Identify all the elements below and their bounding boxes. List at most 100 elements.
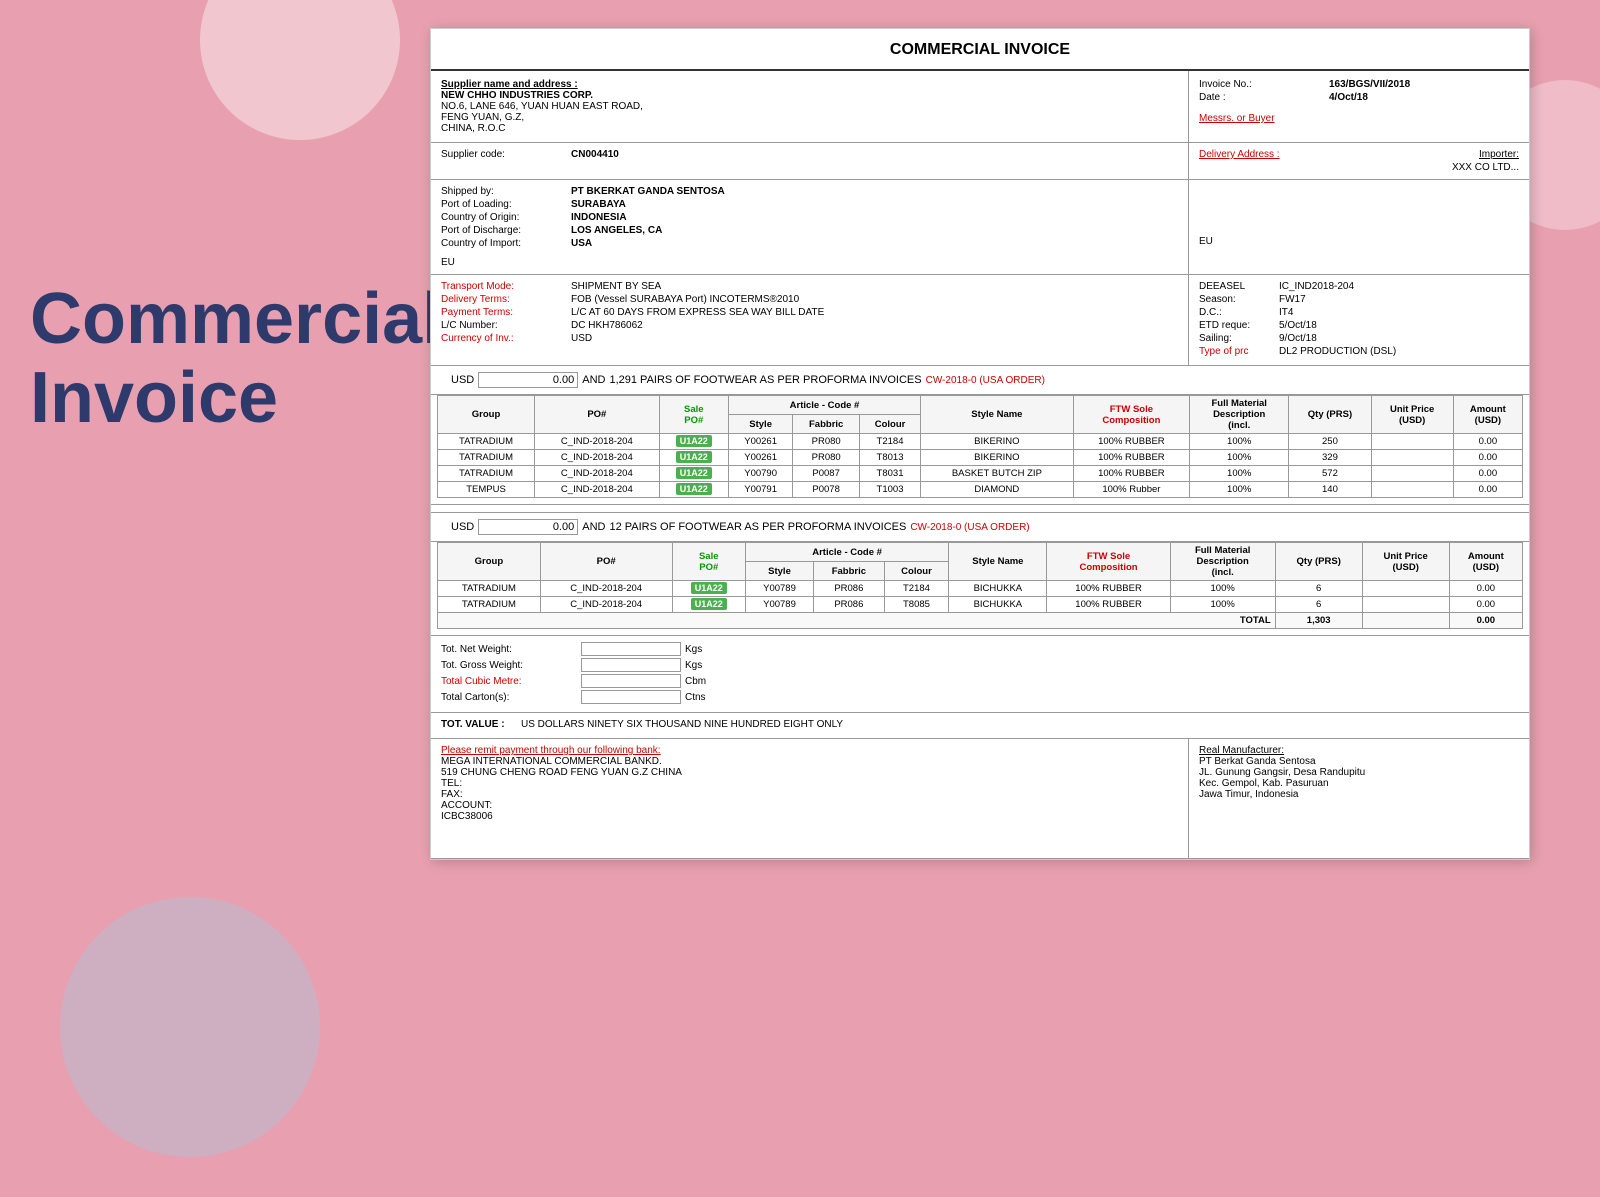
currency-label: Currency of Inv.: [441, 333, 571, 344]
supplier-addr1: NO.6, LANE 646, YUAN HUAN EAST ROAD, [441, 101, 1178, 112]
invoice-meta: Invoice No.: 163/BGS/VII/2018 Date : 4/O… [1189, 71, 1529, 142]
cell-unit-price [1362, 581, 1449, 597]
delivery-terms-value: FOB (Vessel SURABAYA Port) INCOTERMS®201… [571, 294, 799, 305]
cell-colour: T1003 [860, 482, 921, 498]
cell-qty: 6 [1275, 581, 1362, 597]
country-import-label: Country of Import: [441, 238, 571, 249]
cell-colour: T8031 [860, 466, 921, 482]
cell-ftw: 100% RUBBER [1047, 597, 1170, 613]
carton-input[interactable] [581, 690, 681, 704]
th2-po: PO# [540, 543, 672, 581]
th-qty: Qty (PRS) [1289, 396, 1371, 434]
table2-section: Group PO# SalePO# Article - Code # Style… [431, 542, 1529, 636]
gross-weight-input[interactable] [581, 658, 681, 672]
country-origin-label: Country of Origin: [441, 212, 571, 223]
net-weight-label: Tot. Net Weight: [441, 644, 581, 655]
cell-style: Y00261 [728, 434, 792, 450]
pairs-text-1: 1,291 PAIRS OF FOOTWEAR AS PER PROFORMA … [609, 374, 921, 386]
usd-amount-1-input[interactable] [478, 372, 578, 388]
cell-full-material: 100% [1190, 482, 1289, 498]
tel-label: TEL: [441, 778, 1178, 789]
usd-line-2: USD AND 12 PAIRS OF FOOTWEAR AS PER PROF… [431, 513, 1529, 542]
th-po: PO# [535, 396, 660, 434]
table1-section: Group PO# SalePO# Article - Code # Style… [431, 395, 1529, 505]
bank-details: Please remit payment through our followi… [431, 739, 1189, 858]
cell-unit-price [1371, 450, 1453, 466]
cell-sale-po: U1A22 [659, 466, 728, 482]
etd-label: ETD reque: [1199, 320, 1279, 331]
invoice-title: COMMERCIAL INVOICE [431, 29, 1529, 71]
transport-details: Transport Mode: SHIPMENT BY SEA Delivery… [431, 275, 1189, 365]
account-label: ACCOUNT: [441, 800, 1178, 811]
cell-qty: 6 [1275, 597, 1362, 613]
real-mfr-addr3: Jawa Timur, Indonesia [1199, 789, 1519, 800]
page-title: Commercial Invoice [30, 280, 442, 438]
sailing-label: Sailing: [1199, 333, 1279, 344]
real-mfr-label: Real Manufacturer: [1199, 745, 1519, 756]
cell-full-material: 100% [1190, 434, 1289, 450]
total-amount-cell: 0.00 [1449, 613, 1522, 629]
cell-ftw: 100% RUBBER [1073, 466, 1189, 482]
deasel-label: DEEASEL [1199, 281, 1279, 292]
port-loading-value: SURABAYA [571, 199, 626, 210]
spacer-1 [431, 505, 1529, 513]
deasel-value: IC_IND2018-204 [1279, 281, 1354, 292]
supplier-code-row: Supplier code: CN004410 Delivery Address… [431, 143, 1529, 180]
tot-value-label: TOT. VALUE : [441, 719, 521, 730]
cw-ref-2: CW-2018-0 (USA ORDER) [910, 522, 1029, 533]
cell-unit-price [1362, 597, 1449, 613]
cell-style-name: DIAMOND [921, 482, 1074, 498]
cell-ftw: 100% Rubber [1073, 482, 1189, 498]
importer-value: XXX CO LTD... [1199, 162, 1519, 173]
cell-full-material: 100% [1170, 597, 1275, 613]
th2-full-material: Full MaterialDescription(incl. [1170, 543, 1275, 581]
cell-sale-po: U1A22 [659, 450, 728, 466]
country-origin-value: INDONESIA [571, 212, 627, 223]
type-prc-value: DL2 PRODUCTION (DSL) [1279, 346, 1396, 357]
cell-po: C_IND-2018-204 [535, 482, 660, 498]
cell-ftw: 100% RUBBER [1073, 450, 1189, 466]
port-discharge-label: Port of Discharge: [441, 225, 571, 236]
net-weight-input[interactable] [581, 642, 681, 656]
th-ftw-sole: FTW SoleComposition [1073, 396, 1189, 434]
cell-sale-po: U1A22 [672, 597, 745, 613]
transport-mode-label: Transport Mode: [441, 281, 571, 292]
season-label: Season: [1199, 294, 1279, 305]
supplier-name: NEW CHHO INDUSTRIES CORP. [441, 90, 1178, 101]
shipped-by-value: PT BKERKAT GANDA SENTOSA [571, 186, 725, 197]
icbc-label: ICBC38006 [441, 811, 1178, 822]
table-row: TEMPUS C_IND-2018-204 U1A22 Y00791 P0078… [438, 482, 1523, 498]
kgs-label-2: Kgs [685, 660, 702, 671]
bank-section: Please remit payment through our followi… [431, 739, 1529, 859]
usd-amount-2-input[interactable] [478, 519, 578, 535]
total-qty-cell: 1,303 [1275, 613, 1362, 629]
th-article-code: Article - Code # [728, 396, 920, 415]
cell-amount: 0.00 [1453, 466, 1522, 482]
cubic-input[interactable] [581, 674, 681, 688]
eu-right: EU [1199, 236, 1519, 247]
cell-fabbric: PR086 [814, 581, 885, 597]
carton-label: Total Carton(s): [441, 692, 581, 703]
th-fabbric: Fabbric [793, 415, 860, 434]
ctns-label: Ctns [685, 692, 706, 703]
table-row: TATRADIUM C_IND-2018-204 U1A22 Y00790 P0… [438, 466, 1523, 482]
cell-amount: 0.00 [1453, 434, 1522, 450]
invoice-table-1: Group PO# SalePO# Article - Code # Style… [437, 395, 1523, 498]
cell-amount: 0.00 [1449, 581, 1522, 597]
sailing-value: 9/Oct/18 [1279, 333, 1317, 344]
real-manufacturer: Real Manufacturer: PT Berkat Ganda Sento… [1189, 739, 1529, 858]
cell-full-material: 100% [1170, 581, 1275, 597]
shipping-right: EU [1189, 180, 1529, 274]
lc-number-value: DC HKH786062 [571, 320, 643, 331]
delivery-address-label: Delivery Address : [1199, 149, 1280, 160]
port-discharge-value: LOS ANGELES, CA [571, 225, 662, 236]
eu-left: EU [441, 257, 1178, 268]
delivery-importer-section: Delivery Address : Importer: XXX CO LTD.… [1189, 143, 1529, 179]
shipping-details: Shipped by: PT BKERKAT GANDA SENTOSA Por… [431, 180, 1189, 274]
buyer-label: Messrs. or Buyer [1199, 113, 1275, 124]
supplier-label: Supplier name and address : [441, 79, 578, 90]
cell-style: Y00791 [728, 482, 792, 498]
th-full-material: Full MaterialDescription(incl. [1190, 396, 1289, 434]
cell-qty: 572 [1289, 466, 1371, 482]
cubic-label: Total Cubic Metre: [441, 676, 581, 687]
